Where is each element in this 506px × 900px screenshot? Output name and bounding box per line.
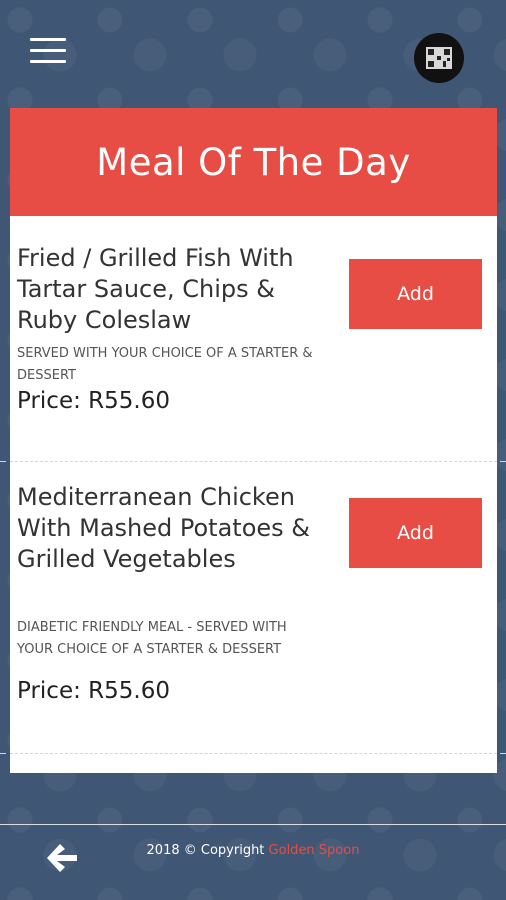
- add-button[interactable]: Add: [349, 259, 482, 329]
- menu-item: Mediterranean Chicken With Mashed Potato…: [10, 462, 497, 754]
- card-header: Meal Of The Day: [10, 108, 497, 216]
- item-description: DIABETIC FRIENDLY MEAL - SERVED WITH YOU…: [17, 620, 287, 657]
- qr-scan-button[interactable]: [414, 33, 464, 83]
- item-price: Price: R55.60: [17, 678, 170, 704]
- item-description: SERVED WITH YOUR CHOICE OF A STARTER & D…: [17, 346, 313, 383]
- divider-tick: [0, 461, 6, 462]
- add-button[interactable]: Add: [349, 498, 482, 568]
- copyright-text: 2018 © Copyright Golden Spoon: [0, 843, 506, 858]
- menu-button[interactable]: [30, 38, 66, 64]
- meal-of-the-day-card: Meal Of The Day Fried / Grilled Fish Wit…: [10, 108, 497, 773]
- top-bar: [0, 0, 506, 100]
- item-divider: [10, 753, 497, 754]
- item-title: Fried / Grilled Fish With Tartar Sauce, …: [17, 244, 294, 334]
- divider-tick: [0, 753, 6, 754]
- brand-link[interactable]: Golden Spoon: [269, 843, 360, 858]
- qr-code-icon: [426, 47, 452, 69]
- copyright-prefix: 2018 © Copyright: [146, 843, 265, 858]
- item-price: Price: R55.60: [17, 388, 170, 414]
- divider-tick: [500, 753, 506, 754]
- item-title: Mediterranean Chicken With Mashed Potato…: [17, 483, 311, 573]
- hamburger-menu-icon: [30, 38, 66, 41]
- menu-item: Fried / Grilled Fish With Tartar Sauce, …: [10, 216, 497, 462]
- footer-divider: [0, 824, 506, 825]
- divider-tick: [500, 461, 506, 462]
- card-title: Meal Of The Day: [96, 140, 411, 184]
